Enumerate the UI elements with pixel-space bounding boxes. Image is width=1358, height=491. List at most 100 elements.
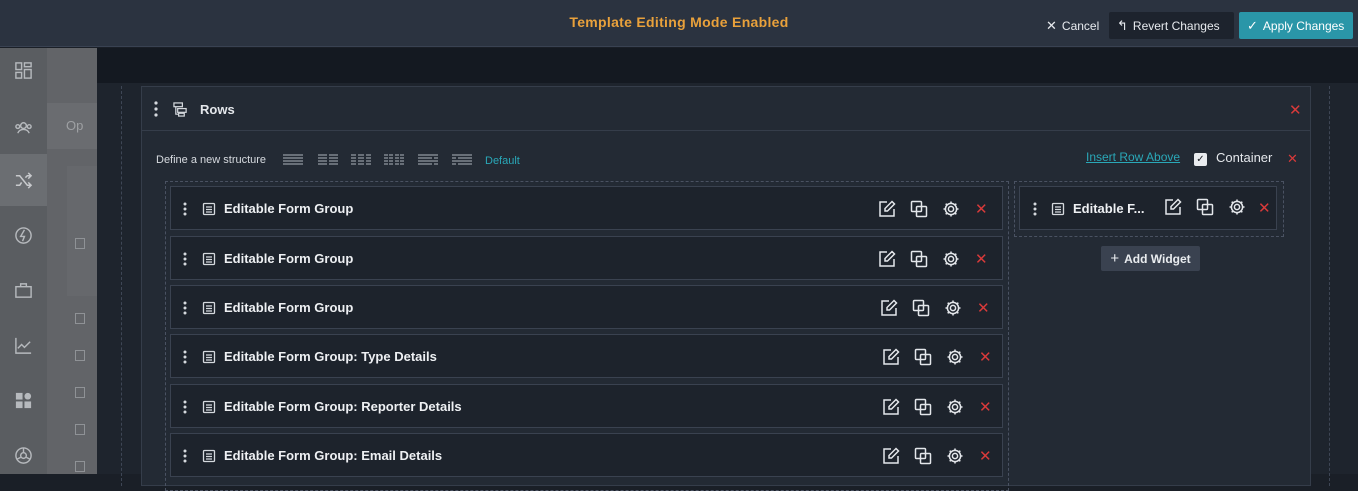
drag-handle-icon[interactable] — [183, 252, 187, 266]
drag-handle-icon[interactable] — [183, 400, 187, 414]
background-panel: Op — [47, 48, 97, 474]
gear-icon[interactable] — [942, 200, 960, 218]
widget-label: Editable F... — [1073, 201, 1145, 216]
widget-row[interactable]: Editable Form Group ✕ — [170, 236, 1003, 280]
duplicate-icon[interactable] — [914, 447, 932, 465]
rows-header: Rows ✕ — [142, 87, 1310, 131]
remove-widget-icon[interactable]: ✕ — [979, 447, 992, 465]
rows-structure-icon — [173, 102, 187, 117]
edit-icon[interactable] — [882, 348, 900, 366]
remove-row-icon[interactable]: ✕ — [1287, 151, 1298, 167]
apply-changes-button[interactable]: ✓ Apply Changes — [1239, 12, 1353, 39]
background-checkbox — [75, 238, 85, 249]
remove-widget-icon[interactable]: ✕ — [977, 299, 990, 317]
widget-label: Editable Form Group — [224, 251, 354, 266]
background-checkbox — [75, 350, 85, 361]
check-icon: ✓ — [1247, 17, 1258, 33]
duplicate-icon[interactable] — [914, 398, 932, 416]
shuffle-icon[interactable] — [14, 171, 33, 190]
gear-icon[interactable] — [946, 447, 964, 465]
remove-widget-icon[interactable]: ✕ — [1258, 199, 1271, 217]
container-checkbox[interactable]: ✓ — [1194, 153, 1207, 166]
drag-handle-icon[interactable] — [183, 449, 187, 463]
form-group-icon — [202, 202, 216, 216]
users-icon[interactable] — [14, 118, 33, 137]
remove-widget-icon[interactable]: ✕ — [979, 348, 992, 366]
chart-line-icon[interactable] — [14, 336, 33, 355]
add-widget-label: Add Widget — [1124, 251, 1191, 266]
structure-2col-icon[interactable] — [317, 154, 339, 166]
remove-rows-icon[interactable]: ✕ — [1289, 101, 1302, 119]
widget-row[interactable]: Editable Form Group ✕ — [170, 285, 1003, 329]
dashboard-icon[interactable] — [14, 61, 33, 80]
template-editing-bar: Template Editing Mode Enabled ✕ Cancel ↰… — [0, 0, 1358, 47]
plus-icon: + — [1110, 250, 1120, 267]
widget-row[interactable]: Editable Form Group: Email Details ✕ — [170, 433, 1003, 477]
form-group-icon — [202, 350, 216, 364]
form-group-icon — [202, 449, 216, 463]
apply-label: Apply Changes — [1262, 18, 1345, 33]
gear-icon[interactable] — [942, 250, 960, 268]
edit-icon[interactable] — [878, 250, 896, 268]
canvas-top-strip — [97, 48, 1358, 83]
settings-hub-icon[interactable] — [14, 446, 33, 465]
duplicate-icon[interactable] — [910, 250, 928, 268]
widget-row[interactable]: Editable Form Group: Type Details ✕ — [170, 334, 1003, 378]
form-group-icon — [202, 252, 216, 266]
gear-icon[interactable] — [946, 348, 964, 366]
remove-widget-icon[interactable]: ✕ — [979, 398, 992, 416]
duplicate-icon[interactable] — [1196, 198, 1214, 216]
insert-row-above-link[interactable]: Insert Row Above — [1086, 150, 1180, 164]
cancel-label: Cancel — [1061, 18, 1100, 33]
structure-4col-icon[interactable] — [383, 154, 405, 166]
drag-handle-icon[interactable] — [1033, 202, 1037, 216]
structure-wide-right-icon[interactable] — [451, 154, 473, 166]
undo-icon: ↰ — [1117, 17, 1128, 33]
form-group-icon — [202, 301, 216, 315]
drag-handle-icon[interactable] — [183, 202, 187, 216]
edit-icon[interactable] — [1164, 198, 1182, 216]
widget-label: Editable Form Group — [224, 300, 354, 315]
outer-dashed-border — [121, 86, 122, 486]
edit-icon[interactable] — [882, 447, 900, 465]
form-group-icon — [1051, 202, 1065, 216]
close-icon: ✕ — [1046, 17, 1057, 33]
remove-widget-icon[interactable]: ✕ — [975, 200, 988, 218]
briefcase-icon[interactable] — [14, 281, 33, 300]
widget-row[interactable]: Editable Form Group: Reporter Details ✕ — [170, 384, 1003, 428]
cancel-button[interactable]: ✕ Cancel — [1038, 12, 1107, 39]
background-checkbox — [75, 387, 85, 398]
structure-wide-left-icon[interactable] — [417, 154, 439, 166]
drag-handle-icon[interactable] — [183, 350, 187, 364]
edit-icon[interactable] — [878, 200, 896, 218]
edit-icon[interactable] — [882, 398, 900, 416]
drag-handle-icon[interactable] — [154, 101, 158, 117]
edit-icon[interactable] — [880, 299, 898, 317]
add-widget-button[interactable]: + Add Widget — [1101, 246, 1200, 271]
rows-title: Rows — [200, 102, 235, 117]
gear-icon[interactable] — [1228, 198, 1246, 216]
sidebar — [0, 48, 47, 474]
structure-1col-icon[interactable] — [282, 154, 304, 166]
background-box — [67, 166, 97, 296]
widget-label: Editable Form Group: Reporter Details — [224, 399, 462, 414]
gear-icon[interactable] — [946, 398, 964, 416]
revert-changes-button[interactable]: ↰ Revert Changes — [1109, 12, 1234, 39]
background-checkbox — [75, 313, 85, 324]
container-label: Container — [1216, 150, 1273, 165]
duplicate-icon[interactable] — [914, 348, 932, 366]
default-structure-link[interactable]: Default — [485, 155, 520, 167]
structure-3col-icon[interactable] — [350, 154, 372, 166]
duplicate-icon[interactable] — [912, 299, 930, 317]
widget-label: Editable Form Group — [224, 201, 354, 216]
widget-label: Editable Form Group: Type Details — [224, 349, 437, 364]
gear-icon[interactable] — [944, 299, 962, 317]
remove-widget-icon[interactable]: ✕ — [975, 250, 988, 268]
drag-handle-icon[interactable] — [183, 301, 187, 315]
widget-row[interactable]: Editable F... ✕ — [1019, 186, 1277, 230]
revert-label: Revert Changes — [1132, 18, 1220, 33]
duplicate-icon[interactable] — [910, 200, 928, 218]
apps-icon[interactable] — [14, 391, 33, 410]
widget-row[interactable]: Editable Form Group ✕ — [170, 186, 1003, 230]
bolt-icon[interactable] — [14, 226, 33, 245]
